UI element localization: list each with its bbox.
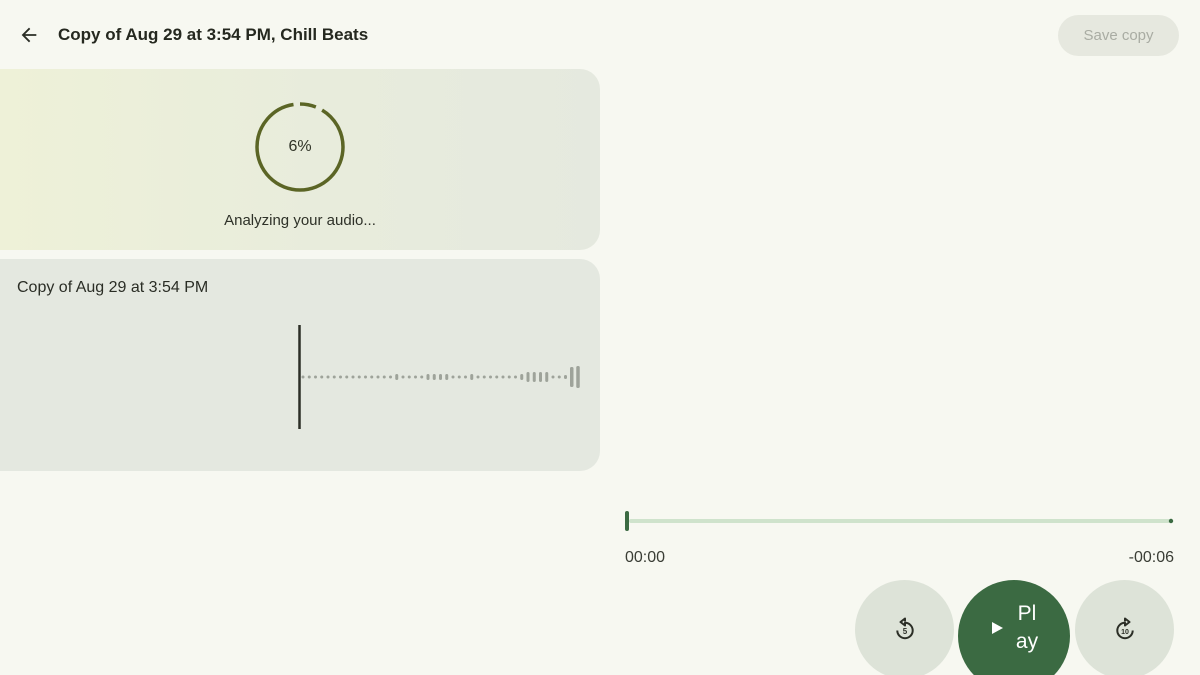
waveform-sample [320, 375, 324, 379]
waveform-sample [451, 375, 455, 379]
waveform-sample [520, 374, 524, 380]
elapsed-time: 00:00 [625, 549, 666, 566]
waveform-sample [326, 375, 330, 379]
waveform-sample [357, 375, 361, 379]
waveform-sample [482, 375, 486, 379]
waveform-sample [314, 375, 317, 379]
waveform-sample [376, 375, 380, 379]
analysis-status: Analyzing your audio... [224, 212, 376, 229]
forward-10-icon: 10 [1115, 617, 1134, 639]
waveform-sample [526, 372, 530, 382]
remaining-time: -00:06 [1128, 549, 1174, 566]
waveform-sample [470, 374, 474, 380]
waveform-sample [301, 375, 305, 379]
waveform-sample [420, 375, 424, 379]
replay-5-icon: 5 [895, 617, 914, 639]
waveform-sample [389, 375, 392, 379]
waveform-sample [332, 375, 336, 379]
seek-end-dot [1168, 518, 1174, 524]
waveform-sample [457, 375, 461, 379]
seek-track [629, 519, 1171, 523]
waveform-sample [501, 375, 505, 379]
seek-handle [625, 511, 629, 531]
seek-bar[interactable] [625, 509, 1175, 533]
play-icon [992, 621, 1003, 634]
waveform-sample [545, 372, 549, 382]
forward-seconds: 10 [1121, 629, 1129, 636]
rewind-seconds: 5 [902, 627, 907, 636]
rewind-5-button[interactable]: 5 [855, 580, 954, 675]
waveform-sample [445, 374, 449, 380]
back-button[interactable] [12, 18, 46, 52]
waveform-sample [382, 375, 386, 379]
waveform-sample [395, 374, 399, 380]
forward-10-button[interactable]: 10 [1075, 580, 1174, 675]
waveform-sample [407, 375, 411, 379]
analysis-card: 6% Analyzing your audio... [0, 69, 600, 250]
waveform-sample [532, 372, 536, 382]
waveform-sample [426, 374, 430, 380]
waveform-sample [432, 374, 436, 380]
waveform-sample [489, 375, 492, 379]
waveform-sample [507, 375, 511, 379]
play-label: Play [1015, 601, 1039, 653]
waveform-card[interactable]: Copy of Aug 29 at 3:54 PM [0, 259, 600, 471]
page-title: Copy of Aug 29 at 3:54 PM, Chill Beats [58, 25, 369, 44]
waveform-sample [514, 375, 517, 379]
waveform-sample [307, 375, 311, 379]
waveform-sample [401, 375, 405, 379]
save-copy-button[interactable]: Save copy [1058, 15, 1179, 56]
waveform-sample [414, 375, 417, 379]
progress-percent: 6% [288, 138, 312, 155]
waveform-sample [564, 375, 567, 379]
waveform-sample [351, 375, 355, 379]
waveform-sample [345, 375, 349, 379]
waveform-sample [476, 375, 480, 379]
waveform-sample [339, 375, 342, 379]
waveform-sample [551, 375, 555, 379]
waveform-sample [539, 372, 542, 382]
waveform-sample [364, 375, 367, 379]
play-button[interactable]: Play [958, 580, 1070, 675]
waveform-sample [464, 375, 467, 379]
waveform-sample [439, 374, 442, 380]
waveform-sample [557, 375, 561, 379]
arrow-left-icon [21, 27, 37, 43]
waveform-sample [570, 367, 574, 387]
waveform-sample [495, 375, 499, 379]
waveform[interactable] [0, 259, 600, 471]
waveform-sample [576, 366, 580, 388]
waveform-sample [370, 375, 374, 379]
